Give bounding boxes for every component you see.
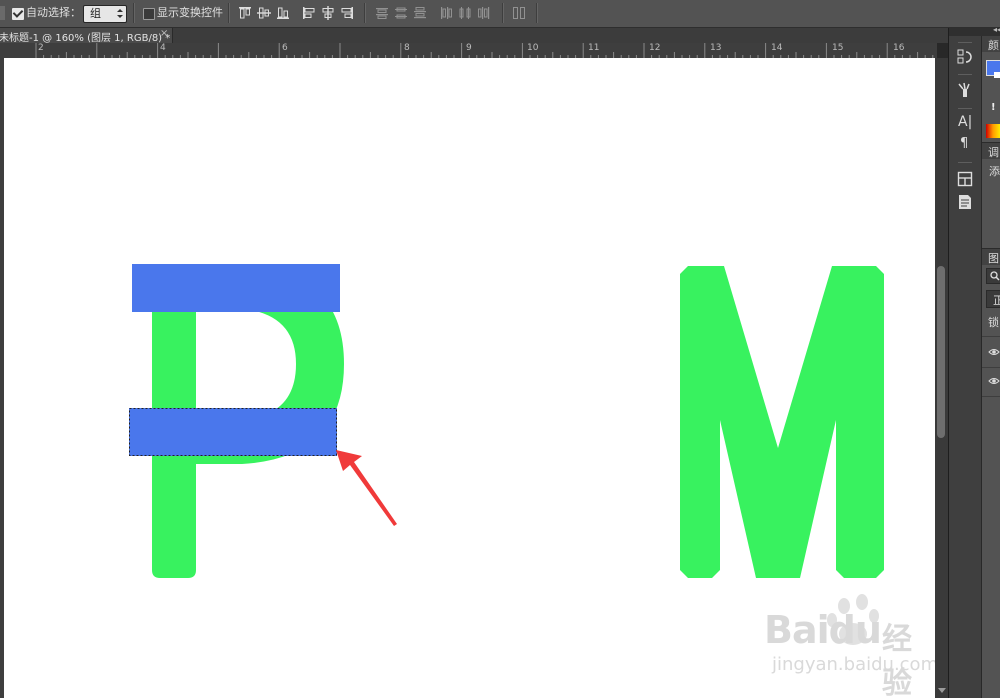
divider (228, 3, 230, 23)
document-canvas[interactable]: Baidu 经验 jingyan.baidu.com (4, 58, 935, 698)
layer-filter-search[interactable] (986, 268, 1000, 284)
align-horizontal-centers-icon[interactable] (321, 6, 335, 20)
blend-mode-value: 正 (993, 294, 1000, 307)
distribute-right-icon[interactable] (477, 6, 491, 20)
color-ramp[interactable] (986, 124, 1000, 138)
align-top-edges-icon[interactable] (238, 6, 252, 20)
options-bar: 自动选择： 组 显示变换控件 (0, 0, 1000, 28)
watermark-url: jingyan.baidu.com (772, 654, 935, 675)
ruler-label: 15 (832, 43, 844, 53)
auto-select-checkbox[interactable] (12, 8, 24, 20)
ruler-label: 4 (160, 43, 166, 53)
show-transform-label: 显示变换控件 (157, 6, 223, 19)
dropdown-arrows-icon (117, 9, 123, 19)
vertical-scrollbar[interactable] (935, 58, 948, 698)
document-tab[interactable]: 未标题-1 @ 160% (图层 1, RGB/8) * × (0, 28, 173, 44)
divider (364, 3, 366, 23)
ruler-label: 10 (527, 43, 539, 53)
lock-label: 锁 (988, 316, 999, 329)
ruler-label: 16 (893, 43, 905, 53)
search-icon (990, 271, 1000, 281)
visibility-eye-icon[interactable] (988, 347, 1000, 357)
blue-bar-top[interactable] (132, 264, 340, 312)
blend-mode-dropdown[interactable]: 正 (986, 290, 1000, 308)
tool-preset-edge[interactable] (0, 6, 5, 20)
letter-m-shape[interactable] (680, 266, 884, 578)
dock-grip[interactable] (958, 74, 972, 77)
ruler-label: 8 (404, 43, 410, 53)
blue-bar-selected[interactable] (129, 408, 337, 456)
divider (502, 3, 504, 23)
ruler-label: 9 (466, 43, 472, 53)
panel-collapse-bar[interactable]: ◂◂ (949, 25, 1000, 36)
ruler-label: 14 (771, 43, 783, 53)
scrollbar-thumb[interactable] (937, 266, 945, 438)
scroll-down-arrow-icon[interactable] (938, 688, 946, 693)
layer-row[interactable] (982, 366, 1000, 397)
navigator-icon[interactable] (956, 170, 974, 188)
layer-row[interactable] (982, 336, 1000, 368)
align-left-edges-icon[interactable] (302, 6, 316, 20)
out-of-gamut-warning-icon[interactable]: ! (991, 102, 996, 113)
ruler-label: 11 (588, 43, 600, 53)
dock-grip[interactable] (958, 162, 972, 165)
distribute-hcenter-icon[interactable] (458, 6, 472, 20)
auto-select-mode-value: 组 (90, 7, 101, 20)
close-icon[interactable]: × (160, 28, 168, 39)
divider (536, 3, 538, 23)
dock-grip[interactable] (958, 42, 972, 45)
align-bottom-edges-icon[interactable] (276, 6, 290, 20)
red-arrow-icon (336, 450, 397, 526)
ruler-label: 13 (710, 43, 722, 53)
properties-icon[interactable] (956, 193, 974, 211)
divider (133, 3, 135, 23)
distribute-left-icon[interactable] (439, 6, 453, 20)
brush-presets-icon[interactable] (956, 81, 974, 99)
horizontal-ruler: 2 4 6 8 9 10 11 12 13 14 15 16 (0, 43, 937, 59)
watermark-brand: Baidu (764, 608, 882, 652)
auto-select-mode-dropdown[interactable]: 组 (83, 5, 127, 23)
show-transform-checkbox[interactable] (143, 8, 155, 20)
add-adjustment-label: 添 (989, 165, 1000, 178)
distribute-vcenter-icon[interactable] (394, 6, 408, 20)
layers-panel-header[interactable]: 图 (982, 248, 1000, 265)
ruler-label: 6 (282, 43, 288, 53)
layers-tab-label: 图 (988, 252, 999, 265)
distribute-top-icon[interactable] (375, 6, 389, 20)
auto-align-layers-icon[interactable] (512, 6, 526, 20)
dock-grip[interactable] (958, 108, 972, 111)
ruler-label: 2 (38, 43, 44, 53)
color-panel-header[interactable]: 颜 (982, 36, 1000, 52)
ruler-label: 12 (649, 43, 661, 53)
distribute-bottom-icon[interactable] (413, 6, 427, 20)
background-color-swatch[interactable] (994, 72, 1000, 78)
auto-select-label: 自动选择： (26, 6, 81, 19)
adjustments-tab-label: 调 (988, 146, 999, 159)
paragraph-panel-icon[interactable]: ¶ (960, 136, 968, 151)
panel-icon-dock: A| ¶ (949, 28, 981, 698)
adjustments-panel-header[interactable]: 调 (982, 142, 1000, 159)
document-tab-title: 未标题-1 @ 160% (图层 1, RGB/8) * (0, 33, 171, 44)
panels-column: 颜 ! 调 添 图 正 锁 (982, 36, 1000, 698)
document-tab-bar: 未标题-1 @ 160% (图层 1, RGB/8) * × (0, 28, 948, 44)
visibility-eye-icon[interactable] (988, 376, 1000, 386)
collapse-arrows-icon[interactable]: ◂◂ (993, 25, 1000, 34)
canvas-artwork (129, 264, 884, 645)
align-right-edges-icon[interactable] (340, 6, 354, 20)
character-panel-icon[interactable]: A| (958, 114, 972, 130)
color-tab-label: 颜 (988, 39, 999, 52)
align-vertical-centers-icon[interactable] (257, 6, 271, 20)
history-icon[interactable] (956, 48, 974, 66)
